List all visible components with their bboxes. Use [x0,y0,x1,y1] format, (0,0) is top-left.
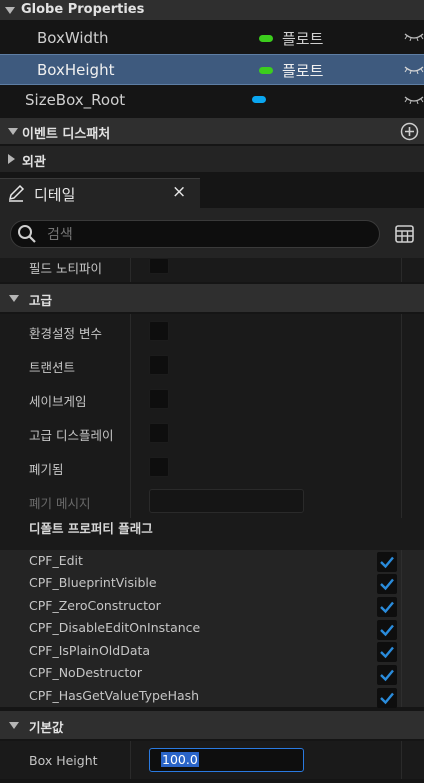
category-appearance[interactable]: 외관 [0,146,424,172]
checkmark-icon [377,597,397,617]
property-row-config-variable: 환경설정 변수 [0,314,424,348]
close-tab-icon[interactable]: × [172,182,186,202]
variable-type: 플로트 [282,30,324,48]
variable-item-boxheight[interactable]: BoxHeight 플로트 [0,54,424,85]
category-label: 기본값 [29,720,64,735]
flag-name: CPF_Edit [29,553,83,568]
property-row-deprecation-message: 폐기 메시지 [0,484,424,518]
expand-arrow-icon [5,7,15,14]
flag-name: CPF_DisableEditOnInstance [29,620,201,635]
variable-name: BoxWidth [37,29,109,47]
property-label-disabled: 폐기 메시지 [29,496,91,511]
transient-checkbox[interactable] [149,355,169,375]
add-dispatcher-plus-icon[interactable] [400,122,419,141]
flag-row: CPF_BlueprintVisible [0,572,424,594]
flag-row: CPF_IsPlainOldData [0,639,424,662]
checkmark-icon [377,620,397,640]
property-label: 환경설정 변수 [29,326,102,341]
deprecated-checkbox[interactable] [149,457,169,477]
flag-name: CPF_HasGetValueTypeHash [29,688,200,703]
default-flags-header: 디폴트 프로퍼티 플래그 [0,518,424,550]
flag-row: CPF_ZeroConstructor [0,594,424,617]
flag-name: CPF_ZeroConstructor [29,598,161,613]
visibility-eye-icon[interactable] [404,33,424,41]
search-bar-area [0,208,424,258]
property-label: 트랜션트 [29,360,76,375]
float-type-pill-icon [259,35,273,42]
tab-label: 디테일 [34,186,76,204]
flag-name: CPF_IsPlainOldData [29,643,151,658]
property-row-deprecated: 폐기됨 [0,450,424,484]
flag-row: CPF_DisableEditOnInstance [0,616,424,640]
property-row-savegame: 세이브게임 [0,382,424,416]
deprecation-message-input [149,489,304,513]
expand-arrow-icon [9,295,19,302]
variable-item-sizebox-root[interactable]: SizeBox_Root [0,86,424,114]
category-label: Globe Properties [21,2,145,17]
category-globe-properties[interactable]: Globe Properties [0,0,424,20]
search-box[interactable] [10,220,380,248]
checkmark-icon [377,642,397,662]
selected-value-text: 100.0 [161,752,199,767]
property-label: 세이브게임 [29,394,87,409]
widget-type-pill-icon [252,96,266,103]
property-matrix-icon[interactable] [395,225,414,243]
category-event-dispatchers[interactable]: 이벤트 디스패처 [0,118,424,144]
variable-name: BoxHeight [37,61,115,79]
float-type-pill-icon [259,67,273,74]
config-variable-checkbox[interactable] [149,321,169,341]
expand-arrow-icon [8,128,18,135]
category-label: 이벤트 디스패처 [22,127,111,142]
category-label: 외관 [22,155,46,170]
category-advanced[interactable]: 고급 [0,284,424,312]
visibility-eye-icon[interactable] [404,66,424,74]
flag-row: CPF_HasGetValueTypeHash [0,684,424,708]
property-row-transient: 트랜션트 [0,348,424,382]
property-label: 필드 노티파이 [29,261,102,276]
property-label: 폐기됨 [29,462,64,477]
checkmark-icon [377,665,397,685]
flag-row: CPF_NoDestructor [0,661,424,685]
flag-name: CPF_NoDestructor [29,665,143,680]
box-height-value-input[interactable]: 100.0 [149,748,304,772]
category-label: 고급 [29,293,53,308]
collapsed-arrow-icon [8,154,15,164]
visibility-eye-icon[interactable] [404,96,424,104]
checkmark-icon [377,552,397,572]
variable-type: 플로트 [282,62,324,80]
checkmark-icon [377,574,397,594]
pencil-icon [8,184,25,202]
property-row-field-notify: 필드 노티파이 [0,258,424,282]
flag-name: CPF_BlueprintVisible [29,575,157,590]
checkmark-icon [377,688,397,708]
expand-arrow-icon [9,722,19,729]
property-label: Box Height [29,753,98,768]
variable-item-boxwidth[interactable]: BoxWidth 플로트 [0,23,424,53]
category-default-value[interactable]: 기본값 [0,711,424,739]
property-row-advanced-display: 고급 디스플레이 [0,416,424,450]
field-notify-checkbox[interactable] [149,258,169,274]
search-icon [18,225,36,243]
property-label: 고급 디스플레이 [29,428,114,443]
savegame-checkbox[interactable] [149,389,169,409]
advanced-display-checkbox[interactable] [149,423,169,443]
variable-name: SizeBox_Root [25,91,126,109]
property-row-box-height: Box Height 100.0 [0,741,424,779]
flags-title: 디폴트 프로퍼티 플래그 [29,521,153,536]
search-input[interactable] [45,224,369,246]
flag-row: CPF_Edit [0,550,424,572]
tab-details[interactable]: 디테일 × [0,178,200,208]
